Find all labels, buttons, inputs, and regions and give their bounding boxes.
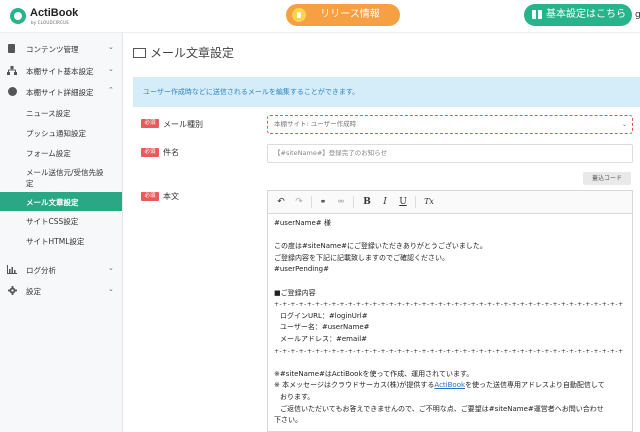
subject-label: 件名 [163,148,179,157]
sidebar-subitem-form[interactable]: フォーム設定 [0,143,122,163]
undo-icon[interactable]: ↶ [274,195,288,209]
link-icon[interactable]: ⚭ [316,195,330,209]
mail-type-select[interactable]: 本棚サイト: ユーザー作成時 ⌄ [267,115,633,134]
unlink-icon[interactable]: ⚮ [334,195,348,209]
sidebar-item-settings[interactable]: 設定 ⌄ [0,281,122,301]
logo-mark-icon [10,8,26,24]
cut-off-text: g [635,10,640,20]
editor-content[interactable]: #userName# 様 この度は#siteName#にご登録いただきありがとう… [274,218,630,427]
body-line: 下さい。 [274,416,302,425]
release-info-label: リリース情報 [320,9,380,20]
source-code-button[interactable]: 蓋込コード [583,172,631,185]
sidebar-item-label: ログ分析 [26,266,56,275]
gear-icon [8,286,17,295]
sidebar-subitem-push[interactable]: プッシュ通知設定 [0,123,122,143]
required-badge: 必須 [141,119,159,128]
envelope-icon [133,48,146,58]
bold-button[interactable]: B [360,195,374,209]
main-content: メール文章設定 ユーザー作成時などに送信されるメールを編集することができます。 … [123,33,640,432]
sidebar-item-label: 本棚サイト詳細設定 [26,88,94,97]
body-line: ※#siteName#はActiBookを使って作成、運用されています。 [274,369,474,378]
required-badge: 必須 [141,192,159,201]
document-icon [8,44,15,53]
sidebar-subitem-label-cont: 定 [26,179,34,188]
toolbar-divider [311,196,312,208]
book-icon [532,10,542,19]
body-line: ユーザー名：#userName# [280,323,370,332]
sidebar-subitem-site-css[interactable]: サイトCSS設定 [0,211,122,231]
sidebar-subitem-mail-sender[interactable]: メール送信元/受信先設 定 [0,163,122,191]
actibook-link[interactable]: ActiBook [434,381,465,389]
body-line: メールアドレス：#email# [280,334,368,343]
sidebar-subitem-news[interactable]: ニュース設定 [0,103,122,123]
sidebar-subitem-mail-text[interactable]: メール文章設定 [0,192,122,211]
logo-subtext: by CLOUDCIRCUS [31,20,69,25]
page-title-text: メール文章設定 [150,46,235,60]
top-bar: ActiBook by CLOUDCIRCUS リリース情報 基本設定はこちら … [0,0,640,33]
sitemap-icon [7,66,17,75]
sidebar-item-label: 設定 [26,287,41,296]
sidebar-item-label: コンテンツ管理 [26,45,79,54]
editor-toolbar: ↶ ↷ ⚭ ⚮ B I U Tx [268,191,632,214]
info-banner: ユーザー作成時などに送信されるメールを編集することができます。 [133,77,640,107]
redo-icon[interactable]: ↷ [292,195,306,209]
separator-line: +-+-+-+-+-+-+-+-+-+-+-+-+-+-+-+-+-+-+-+-… [274,301,624,309]
basic-settings-button[interactable]: 基本設定はこちら [524,4,632,26]
body-line: ログインURL：#loginUrl# [280,311,368,320]
body-editor[interactable]: ↶ ↷ ⚭ ⚮ B I U Tx #userName# 様 この度は#siteN… [267,190,633,432]
bar-chart-icon [7,265,17,274]
logo-text: ActiBook [30,7,79,19]
chevron-down-icon: ⌄ [621,121,627,128]
body-line: #userName# 様 [274,219,331,227]
mail-type-value: 本棚サイト: ユーザー作成時 [274,120,357,128]
page-title: メール文章設定 [133,44,234,61]
sidebar: コンテンツ管理 ⌄ 本棚サイト基本設定 ⌄ 本棚サイト詳細設定 ⌃ ニュース設定… [0,33,123,432]
sidebar-item-log-analysis[interactable]: ログ分析 ⌄ [0,260,122,280]
lightbulb-icon [292,8,306,22]
sidebar-subitem-label: フォーム設定 [26,149,71,158]
chevron-down-icon: ⌄ [108,285,114,293]
italic-button[interactable]: I [378,195,392,209]
body-line: おります。 [280,392,315,401]
sidebar-subitem-site-html[interactable]: サイトHTML設定 [0,231,122,251]
chevron-up-icon: ⌃ [108,86,114,94]
actibook-logo[interactable]: ActiBook by CLOUDCIRCUS [10,6,88,28]
body-line: この度は#siteName#にご登録いただきありがとうございました。 [274,242,487,251]
body-text: を使った送信専用アドレスより自動配信して [465,381,605,390]
toolbar-divider [353,196,354,208]
release-info-button[interactable]: リリース情報 [286,4,400,26]
sidebar-subitem-label: ニュース設定 [26,109,71,118]
mail-type-label: メール種別 [163,120,203,129]
body-line: ご登録内容を下記に記載致しますのでご確認ください。 [274,253,449,262]
sidebar-subitem-label: プッシュ通知設定 [26,129,86,138]
chevron-down-icon: ⌄ [108,43,114,51]
body-line: #userPending# [274,265,329,274]
sidebar-subitem-label: メール文章設定 [26,198,79,207]
body-text: ※ 本メッセージはクラウドサーカス(株)が提供する [274,381,435,390]
toolbar-divider [415,196,416,208]
sidebar-item-content-management[interactable]: コンテンツ管理 ⌄ [0,39,122,59]
chevron-down-icon: ⌄ [108,264,114,272]
body-line: ※ 本メッセージはクラウドサーカス(株)が提供するActiBookを使った送信専… [274,380,630,392]
chevron-down-icon: ⌄ [108,65,114,73]
separator-line: +-+-+-+-+-+-+-+-+-+-+-+-+-+-+-+-+-+-+-+-… [274,347,624,355]
body-line: ■ご登録内容 [274,288,316,297]
globe-icon [8,87,17,96]
required-badge: 必須 [141,148,159,157]
sidebar-item-shelf-detail-settings[interactable]: 本棚サイト詳細設定 ⌃ [0,82,122,102]
sidebar-subitem-label: サイトCSS設定 [26,217,79,226]
basic-settings-label: 基本設定はこちら [546,9,626,20]
sidebar-item-shelf-basic-settings[interactable]: 本棚サイト基本設定 ⌄ [0,61,122,81]
subject-input[interactable]: 【#siteName#】登録完了のお知らせ [267,144,633,163]
body-label: 本文 [163,192,179,201]
sidebar-item-label: 本棚サイト基本設定 [26,67,94,76]
body-line: ご返信いただいてもお答えできませんので、ご不明な点、ご要望は#siteName#… [280,404,604,413]
sidebar-subitem-label: サイトHTML設定 [26,237,85,246]
sidebar-subitem-label: メール送信元/受信先設 [26,168,104,177]
underline-button[interactable]: U [396,195,410,209]
clear-format-button[interactable]: Tx [422,195,436,209]
